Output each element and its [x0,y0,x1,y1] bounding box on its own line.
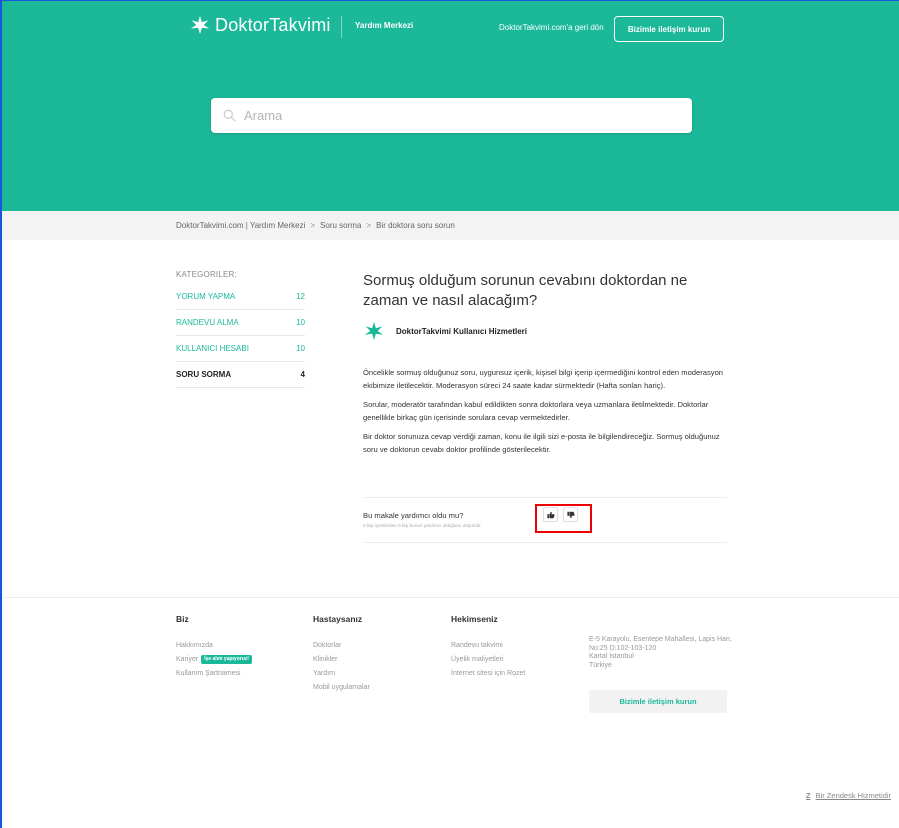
article-paragraph: Sorular, moderatör tarafından kabul edil… [363,400,709,422]
vote-question: Bu makale yardımcı oldu mu? [363,511,464,520]
footer-divider [0,597,899,598]
back-to-site-link[interactable]: DoktorTakvimi.com'a geri dön [499,23,604,32]
footer-link[interactable]: Üyelik maliyetleri [451,653,525,667]
search-icon [223,109,236,122]
footer-link-careers[interactable]: Kariyer İşe alım yapıyoruz! [176,653,252,667]
footer-link[interactable]: Randevu takvimi [451,639,525,653]
logo[interactable]: DoktorTakvimi [189,14,331,36]
category-label: RANDEVU ALMA [176,318,239,327]
breadcrumb-separator: > [310,221,316,230]
header-divider [341,16,342,38]
address-line: E-5 Karayolu, Esentepe Mahallesi, Lapis … [589,636,732,652]
article-body: Öncelikle sormuş olduğunuz soru, uygunsu… [363,366,725,462]
category-item-kullanici-hesabi[interactable]: KULLANICI HESABI 10 [176,336,305,362]
address-line: Kartal İstanbul [589,653,634,660]
doktortakvimi-logo-icon [190,15,210,35]
hero-header: DoktorTakvimi Yardım Merkezi DoktorTakvi… [0,0,899,211]
author-name: DoktorTakvimi Kullanıcı Hizmetleri [396,326,527,336]
contact-us-button[interactable]: Bizimle iletişim kurun [614,16,724,42]
zendesk-label: Bir Zendesk Hizmetidir [815,791,891,800]
footer-column-title: Biz [176,614,189,624]
hiring-badge: İşe alım yapıyoruz! [201,654,252,664]
footer-link[interactable]: Kullanım Şartnamesi [176,667,252,681]
article-title: Sormuş olduğum sorunun cevabını doktorda… [363,272,688,309]
brand-name: DoktorTakvimi [215,14,331,35]
category-list: YORUM YAPMA 12 RANDEVU ALMA 10 KULLANICI… [176,284,305,388]
footer-link[interactable]: Doktorlar [313,639,370,653]
footer-contact-button[interactable]: Bizimle iletişim kurun [589,690,727,713]
footer-column-hekimseniz: Hekimseniz Randevu takvimi Üyelik maliye… [451,614,525,681]
thumbs-up-icon [546,511,555,518]
article-paragraph: Öncelikle sormuş olduğunuz soru, uygunsu… [363,368,724,390]
vote-down-button[interactable] [563,507,578,522]
footer-column-title: Hekimseniz [451,614,498,624]
breadcrumb-item-home[interactable]: DoktorTakvimi.com | Yardım Merkezi [176,221,305,230]
categories-title: KATEGORILER: [176,270,237,279]
search-input[interactable] [244,108,664,123]
footer-link[interactable]: Klinikler [313,653,370,667]
footer-column-hastaysaniz: Hastaysanız Doktorlar Klinikler Yardım M… [313,614,370,695]
category-count: 10 [296,318,305,327]
author-avatar-icon [364,321,384,341]
category-count: 4 [300,370,305,379]
category-item-soru-sorma[interactable]: SORU SORMA 4 [176,362,305,388]
footer-link[interactable]: İnternet sitesi için Rozet [451,667,525,681]
vote-divider-bottom [363,542,727,543]
zendesk-icon: Z [805,791,811,800]
address-line: Türkiye [589,661,612,669]
footer-link[interactable]: Mobil uygulamalar [313,681,370,695]
footer-link[interactable]: Yardım [313,667,370,681]
thumbs-down-icon [566,511,575,518]
article-author: DoktorTakvimi Kullanıcı Hizmetleri [363,320,527,342]
category-item-yorum-yapma[interactable]: YORUM YAPMA 12 [176,284,305,310]
search-box[interactable] [211,98,692,133]
vote-count: 0 kişi içerisinden 0 kişi bunun yardımcı… [363,523,481,528]
breadcrumb-bar: DoktorTakvimi.com | Yardım Merkezi > Sor… [0,211,899,240]
category-count: 12 [296,292,305,301]
breadcrumb: DoktorTakvimi.com | Yardım Merkezi > Sor… [176,221,460,230]
footer-link[interactable]: Hakkımızda [176,639,252,653]
category-label: SORU SORMA [176,370,232,379]
vote-divider-top [363,497,727,498]
footer-column-title: Hastaysanız [313,614,363,624]
breadcrumb-item-category[interactable]: Bir doktora soru sorun [376,221,455,230]
category-label: YORUM YAPMA [176,292,236,301]
category-label: KULLANICI HESABI [176,344,249,353]
category-count: 10 [296,344,305,353]
category-item-randevu-alma[interactable]: RANDEVU ALMA 10 [176,310,305,336]
article-paragraph: Bir doktor sorunuza cevap verdiği zaman,… [363,432,720,454]
zendesk-link[interactable]: Z Bir Zendesk Hizmetidir [806,791,891,800]
footer-address: E-5 Karayolu, Esentepe Mahallesi, Lapis … [589,636,739,670]
help-center-link[interactable]: Yardım Merkezi [355,21,413,30]
breadcrumb-item-section[interactable]: Soru sorma [320,221,361,230]
footer-link-label: Kariyer [176,656,199,663]
vote-up-button[interactable] [543,507,558,522]
footer-column-biz: Biz Hakkımızda Kariyer İşe alım yapıyoruz… [176,614,252,681]
breadcrumb-separator: > [366,221,372,230]
